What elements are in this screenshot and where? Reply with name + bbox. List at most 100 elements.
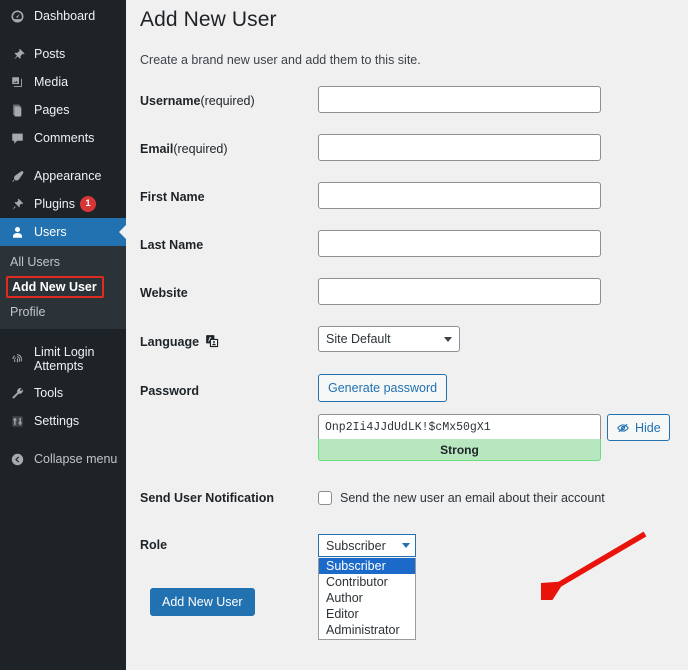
add-new-user-submit-button[interactable]: Add New User (150, 588, 255, 616)
form-row-send-user-notification: Send User Notification Send the new user… (140, 491, 685, 505)
wrench-icon (7, 383, 27, 403)
page-description: Create a brand new user and add them to … (140, 53, 421, 67)
chevron-down-icon (444, 336, 452, 342)
sidebar-divider-1 (0, 30, 126, 40)
sidebar-subitem-add-new-user[interactable]: Add New User (6, 276, 104, 299)
label-text: Language (140, 334, 200, 349)
password-input[interactable] (318, 414, 601, 439)
password-value-row: Strong Hide (318, 414, 670, 461)
last-name-label: Last Name (140, 230, 318, 252)
generate-password-button[interactable]: Generate password (318, 374, 448, 402)
sidebar-item-appearance[interactable]: Appearance (0, 162, 126, 190)
brush-icon (7, 166, 27, 186)
role-option-administrator[interactable]: Administrator (319, 622, 415, 638)
username-field-wrap (318, 86, 685, 113)
sidebar-item-posts[interactable]: Posts (0, 40, 126, 68)
language-selected-value: Site Default (326, 332, 391, 346)
last-name-field-wrap (318, 230, 685, 257)
email-label: Email (required) (140, 134, 318, 156)
email-input[interactable] (318, 134, 601, 161)
role-option-subscriber[interactable]: Subscriber (319, 558, 415, 574)
sidebar-subitem-label: Profile (10, 305, 46, 320)
password-strength-indicator: Strong (318, 439, 601, 461)
eye-slash-icon (616, 421, 630, 435)
website-input[interactable] (318, 278, 601, 305)
sidebar-label: Posts (34, 46, 66, 61)
language-label: Language A (140, 326, 318, 349)
password-stack: Strong (318, 414, 601, 461)
plug-icon (7, 194, 27, 214)
user-icon (7, 222, 27, 242)
sidebar-subitem-profile[interactable]: Profile (0, 299, 126, 325)
pin-icon (7, 44, 27, 64)
role-selected-value: Subscriber (326, 538, 386, 553)
label-text: Email (140, 142, 174, 156)
sidebar-label: Limit Login Attempts (34, 344, 95, 374)
sidebar-subitem-add-new-user-wrap: Add New User (0, 275, 126, 299)
first-name-field-wrap (318, 182, 685, 209)
username-label: Username (required) (140, 86, 318, 108)
role-field-wrap: Subscriber (318, 534, 416, 557)
send-notification-checkbox[interactable] (318, 491, 332, 505)
sidebar-label: Appearance (34, 168, 102, 183)
sidebar-item-dashboard[interactable]: Dashboard (0, 2, 126, 30)
website-label: Website (140, 278, 318, 300)
sliders-icon (7, 411, 27, 431)
role-select[interactable]: Subscriber (318, 534, 416, 557)
email-field-wrap (318, 134, 685, 161)
notification-field-wrap: Send the new user an email about their a… (318, 491, 605, 505)
form-row-password: Password Generate password Strong (140, 374, 685, 461)
form-row-role: Role Subscriber Subscriber Contributor A… (140, 534, 685, 640)
sidebar-label: Media (34, 74, 69, 89)
users-submenu: All Users Add New User Profile (0, 246, 126, 330)
media-icon (7, 72, 27, 92)
first-name-input[interactable] (318, 182, 601, 209)
language-select[interactable]: Site Default (318, 326, 460, 352)
comment-icon (7, 128, 27, 148)
form-row-email: Email (required) (140, 134, 685, 182)
sidebar-item-comments[interactable]: Comments (0, 124, 126, 152)
role-option-editor[interactable]: Editor (319, 606, 415, 622)
label-text: Password (140, 384, 200, 398)
sidebar-divider-2 (0, 152, 126, 162)
sidebar-label: Pages (34, 102, 70, 117)
dashboard-icon (7, 6, 27, 26)
sidebar-item-collapse-menu[interactable]: Collapse menu (0, 445, 126, 473)
wordpress-admin-screen: Dashboard Posts Media Pages Comments App… (0, 0, 688, 670)
language-field-wrap: Site Default (318, 326, 685, 352)
main-content: Add New User Create a brand new user and… (126, 0, 688, 670)
translation-icon: A (205, 334, 220, 349)
sidebar-item-limit-login-attempts[interactable]: Limit Login Attempts (0, 339, 126, 379)
role-dropdown-list[interactable]: Subscriber Contributor Author Editor Adm… (318, 558, 416, 640)
role-option-author[interactable]: Author (319, 590, 415, 606)
form-row-first-name: First Name (140, 182, 685, 230)
sidebar-label: Users (34, 224, 67, 239)
sidebar-divider-3 (0, 329, 126, 339)
chevron-down-icon (402, 543, 410, 548)
fingerprint-icon (7, 349, 27, 369)
sidebar-item-pages[interactable]: Pages (0, 96, 126, 124)
role-option-contributor[interactable]: Contributor (319, 574, 415, 590)
role-label: Role (140, 538, 168, 552)
hide-password-button[interactable]: Hide (607, 414, 670, 441)
page-title: Add New User (140, 8, 277, 31)
sidebar-item-plugins[interactable]: Plugins 1 (0, 190, 126, 218)
first-name-label: First Name (140, 182, 318, 204)
sidebar-subitem-label: All Users (10, 255, 61, 269)
required-note: (required) (200, 94, 255, 108)
sidebar-item-tools[interactable]: Tools (0, 379, 126, 407)
sidebar-subitem-all-users[interactable]: All Users (0, 249, 126, 275)
sidebar-label: Settings (34, 413, 80, 428)
last-name-input[interactable] (318, 230, 601, 257)
sidebar-item-media[interactable]: Media (0, 68, 126, 96)
sidebar-label: Comments (34, 130, 95, 145)
label-text: Website (140, 286, 188, 300)
sidebar-label: Collapse menu (34, 451, 118, 466)
form-row-website: Website (140, 278, 685, 326)
sidebar-item-settings[interactable]: Settings (0, 407, 126, 435)
username-input[interactable] (318, 86, 601, 113)
form-row-language: Language A Site Default (140, 326, 685, 374)
sidebar-subitem-label: Add New User (12, 280, 97, 294)
sidebar-item-users[interactable]: Users (0, 218, 126, 246)
admin-sidebar: Dashboard Posts Media Pages Comments App… (0, 0, 126, 670)
